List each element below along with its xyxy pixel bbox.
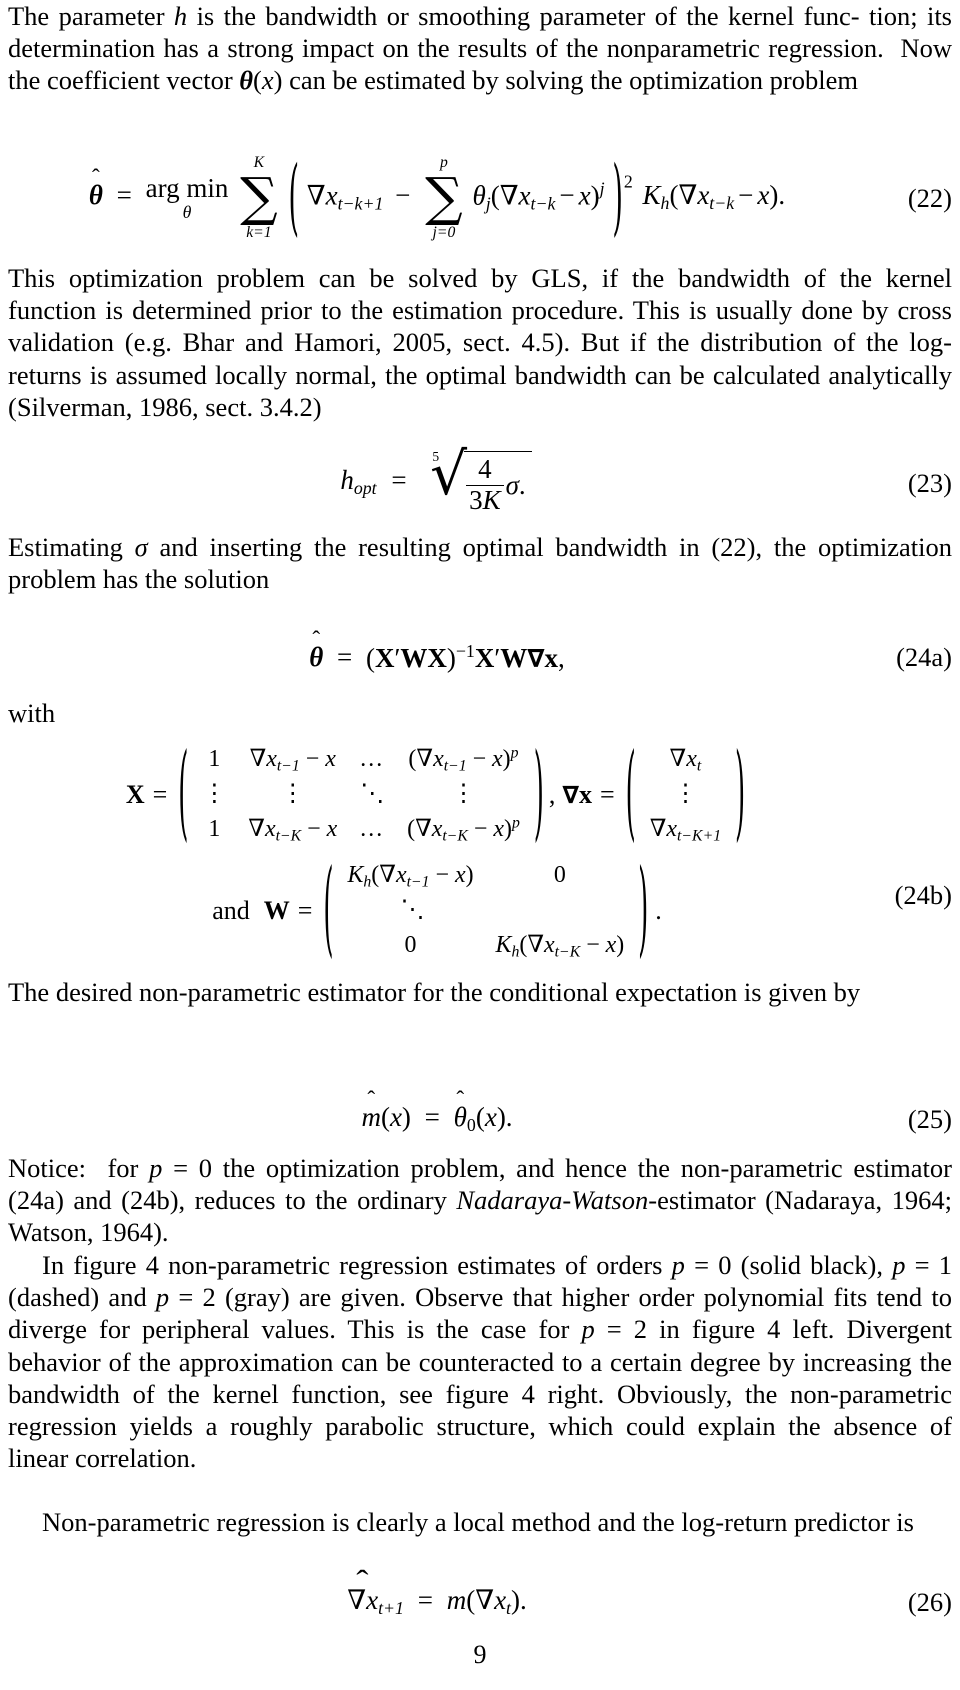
matrix-cell: ∇xt−K − x (248, 813, 338, 845)
matrix-W-period: . (655, 896, 662, 925)
matrix-separator-comma: , (548, 780, 556, 810)
equation-26-body: ˆ ∇xt+1 = m(∇xt). (347, 1563, 527, 1618)
equation-22-tag: (22) (907, 182, 952, 213)
paragraph-5: Notice: for p = 0 the optimization probl… (8, 1153, 952, 1248)
sum-k: K ∑ k=1 (240, 153, 278, 242)
equation-26-tag: (26) (907, 1586, 952, 1617)
theta-hat-25: ˆθ (453, 1087, 467, 1132)
equation-25-body: ˆ m(x) = ˆ θ0(x). (361, 1087, 513, 1135)
matrix-cell: 0 (404, 932, 417, 959)
paragraph-4: The desired non-parametric estimator for… (8, 977, 861, 1007)
sum-j: p ∑ j=0 (425, 153, 463, 242)
equation-23-body: hopt = 5 √ 4 3K σ. (8, 445, 866, 514)
theta-hat: ˆθ (88, 165, 103, 211)
theta-hat-24a: ˆθ (309, 627, 324, 673)
matrix-cell: ∇xt (669, 744, 702, 775)
matrix-W-right-paren (635, 858, 651, 964)
paragraph-2: This optimization problem can be solved … (8, 263, 952, 422)
vector-gradient-x-table: ∇xt ⋮ ∇xt−K+1 (639, 742, 732, 848)
matrix-X: 1 ∇xt−1 − x … (∇xt−1 − x)p ⋮ ⋮ ⋱ ⋮ 1 (175, 742, 547, 848)
matrix-cell: ∇xt−K+1 (649, 813, 722, 845)
equation-25-tag: (25) (907, 1103, 952, 1134)
equation-26: ˆ ∇xt+1 = m(∇xt). (26) (8, 1563, 952, 1626)
matrix-cell: 1 (208, 746, 221, 773)
matrix-cell: ⋮ (451, 781, 476, 808)
equation-22-body: ˆθ = arg min θ K ∑ k=1 ( ∇xt−k+1 − p ∑ j… (88, 149, 786, 247)
equation-24a-tag: (24a) (896, 641, 952, 672)
p1-line4-text: optimization problem (629, 65, 858, 96)
matrix-row: Kh(∇xt−1 − x) 0 (336, 858, 635, 894)
matrix-X-table: 1 ∇xt−1 − x … (∇xt−1 − x)p ⋮ ⋮ ⋱ ⋮ 1 ∇xt… (191, 742, 531, 848)
paragraph-7-block: Non-parametric regression is clearly a l… (8, 1506, 952, 1538)
with-label-block: with (8, 697, 952, 729)
matrix-row: ⋱ (336, 894, 635, 928)
matrix-row: ∇xt−K+1 (639, 812, 732, 848)
matrix-W-table: Kh(∇xt−1 − x) 0 ⋱ 0 Kh(∇xt−K − x) (336, 858, 635, 964)
equation-25: ˆ m(x) = ˆ θ0(x). (25) (8, 1087, 952, 1143)
with-label: with (8, 698, 56, 728)
matrix-cell: (∇xt−K − x)p (407, 813, 520, 845)
vector-left-paren (623, 742, 639, 848)
matrix-cell: ⋱ (400, 897, 425, 924)
fifth-root: 5 √ 4 3K σ. (423, 445, 532, 514)
equation-24a-body: ˆθ = (X′WX)−1X′W∇x, (309, 627, 565, 673)
matrix-X-label: X (125, 780, 145, 810)
paragraph-6: In figure 4 non-parametric regression es… (8, 1250, 952, 1474)
matrix-cell: 0 (553, 862, 566, 889)
matrix-W-label: W (263, 896, 290, 925)
matrix-row: 1 ∇xt−K − x … (∇xt−K − x)p (191, 812, 531, 848)
equation-23-tag: (23) (907, 467, 952, 498)
matrix-row: 1 ∇xt−1 − x … (∇xt−1 − x)p (191, 742, 531, 778)
paragraph-4-block: The desired non-parametric estimator for… (8, 976, 952, 1008)
gradient-x-hat: ˆ ∇x (347, 1563, 379, 1616)
equation-23: hopt = 5 √ 4 3K σ. (23) (8, 440, 952, 526)
matrix-cell: … (359, 746, 386, 773)
matrix-cell: (∇xt−1 − x)p (408, 744, 519, 775)
paragraph-1: The parameter h is the bandwidth or smoo… (8, 0, 952, 97)
matrix-cell: ⋱ (360, 781, 385, 808)
paper-page: The parameter h is the bandwidth or smoo… (0, 0, 960, 1690)
equation-22: ˆθ = arg min θ K ∑ k=1 ( ∇xt−k+1 − p ∑ j… (8, 150, 952, 246)
matrix-row: ∇xt (639, 742, 732, 778)
argmin-operator: arg min θ (145, 173, 229, 222)
matrix-cell: ⋮ (280, 781, 305, 808)
matrix-cell: ⋮ (673, 781, 698, 808)
paragraph-5-block: Notice: for p = 0 the optimization probl… (8, 1152, 952, 1249)
equation-24b-row2: and W = Kh(∇xt−1 − x) 0 ⋱ (8, 846, 952, 976)
matrix-cell: ⋮ (202, 781, 227, 808)
paragraph-2-block: This optimization problem can be solved … (8, 262, 952, 423)
equation-24b-row1: X = 1 ∇xt−1 − x … (∇xt−1 − x)p ⋮ ⋮ (8, 742, 952, 852)
matrix-W-left-paren (320, 858, 336, 964)
equation-24a: ˆθ = (X′WX)−1X′W∇x, (24a) (8, 627, 952, 684)
m-hat: ˆm (361, 1087, 381, 1132)
matrix-cell: ∇xt−1 − x (249, 744, 336, 775)
paragraph-7: Non-parametric regression is clearly a l… (42, 1507, 914, 1537)
matrix-cell: Kh(∇xt−K − x) (495, 929, 625, 961)
matrix-W: Kh(∇xt−1 − x) 0 ⋱ 0 Kh(∇xt−K − x) (320, 858, 651, 964)
paragraph-3-block: Estimating σ and inserting the resulting… (8, 531, 952, 595)
equation-24b-row2-body: and W = Kh(∇xt−1 − x) 0 ⋱ (8, 858, 866, 964)
matrix-row: ⋮ ⋮ ⋱ ⋮ (191, 778, 531, 812)
matrix-row: 0 Kh(∇xt−K − x) (336, 928, 635, 964)
vector-gradient-x: ∇xt ⋮ ∇xt−K+1 (623, 742, 748, 848)
matrix-cell: 1 (208, 816, 221, 843)
matrix-cell: Kh(∇xt−1 − x) (347, 859, 474, 891)
p1-line1-text: The parameter h is the bandwidth or smoo… (8, 1, 860, 31)
paragraph-3: Estimating σ and inserting the resulting… (8, 532, 952, 595)
matrix-row: ⋮ (639, 778, 732, 812)
paragraph-1-block: The parameter h is the bandwidth or smoo… (8, 0, 952, 97)
paragraph-6-block: In figure 4 non-parametric regression es… (8, 1249, 952, 1474)
gradient-x-label: ∇ (562, 781, 580, 810)
matrix-X-left-paren (175, 742, 191, 848)
page-number: 9 (473, 1640, 487, 1669)
and-label: and (212, 896, 250, 925)
vector-right-paren (732, 742, 748, 848)
equation-24b-row1-body: X = 1 ∇xt−1 − x … (∇xt−1 − x)p ⋮ ⋮ (8, 742, 866, 848)
fraction-4-over-3K: 4 3K (466, 455, 504, 514)
matrix-cell: … (359, 816, 386, 843)
matrix-X-right-paren (531, 742, 547, 848)
